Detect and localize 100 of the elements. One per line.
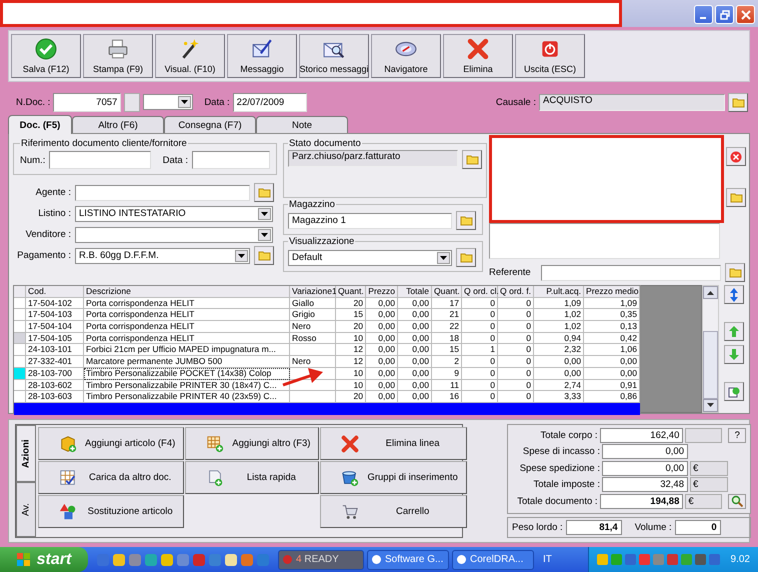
text-area[interactable]	[489, 223, 720, 259]
blank-field[interactable]	[124, 92, 140, 112]
new-row[interactable]	[14, 402, 640, 415]
action-button[interactable]: Sostituzione articolo	[38, 495, 184, 528]
quick-launch-icon[interactable]	[145, 554, 157, 566]
folder-button[interactable]	[254, 246, 274, 265]
toolbar-button[interactable]: Salva (F12)	[11, 34, 81, 78]
table-cell: 17	[432, 298, 462, 310]
currency-field: €	[690, 477, 728, 492]
toolbar-button[interactable]: Stampa (F9)	[83, 34, 153, 78]
quick-launch-icon[interactable]	[225, 554, 237, 566]
column-header[interactable]: Cod.	[26, 286, 84, 298]
folder-button[interactable]	[456, 211, 476, 230]
quick-launch-icon[interactable]	[241, 554, 253, 566]
folder-button[interactable]	[728, 92, 748, 112]
toolbar-button[interactable]: Messaggio	[227, 34, 297, 78]
dropdown-field[interactable]	[143, 94, 194, 110]
dropdown-field[interactable]: Default	[288, 250, 452, 266]
caret-down-icon	[440, 256, 447, 260]
column-header[interactable]: Totale	[398, 286, 432, 298]
column-header[interactable]: Descrizione	[84, 286, 290, 298]
tab[interactable]: Altro (F6)	[72, 116, 164, 133]
minimize-button[interactable]	[694, 5, 713, 24]
quick-launch-icon[interactable]	[193, 554, 205, 566]
help-button[interactable]: ?	[728, 428, 746, 443]
column-header[interactable]: Q ord. f.	[498, 286, 534, 298]
taskbar-button[interactable]: 4 READY	[278, 550, 364, 570]
row-indicator[interactable]	[14, 380, 26, 392]
dropdown-field[interactable]: R.B. 60gg D.F.F.M.	[75, 248, 250, 264]
taskbar-button[interactable]: Software G...	[367, 550, 449, 570]
column-header[interactable]: Q ord. cl.	[462, 286, 498, 298]
move-up-button[interactable]	[724, 322, 744, 341]
sort-button[interactable]	[724, 285, 744, 304]
tab[interactable]: Consegna (F7)	[164, 116, 256, 133]
folder-button[interactable]	[254, 183, 274, 202]
row-indicator[interactable]	[14, 356, 26, 368]
toolbar-button[interactable]: Elimina	[443, 34, 513, 78]
language-indicator[interactable]: IT	[537, 554, 558, 565]
clear-button[interactable]	[726, 147, 746, 166]
column-header[interactable]: Quant.	[432, 286, 462, 298]
folder-button[interactable]	[462, 150, 482, 169]
row-indicator[interactable]	[14, 309, 26, 322]
folder-icon	[728, 267, 742, 278]
scrollbar[interactable]	[702, 285, 719, 413]
quick-launch-icon[interactable]	[113, 554, 125, 566]
action-button[interactable]: Gruppi di inserimento	[320, 461, 467, 494]
toolbar-button[interactable]: Storico messaggi	[299, 34, 369, 78]
windows-flag-icon	[16, 553, 31, 566]
column-header[interactable]: P.ult.acq.	[534, 286, 584, 298]
action-button[interactable]: Carrello	[320, 495, 467, 528]
tray-icon[interactable]	[666, 554, 678, 565]
date-field[interactable]: 22/07/2009	[232, 92, 307, 112]
tray-icon[interactable]	[638, 554, 650, 565]
folder-button[interactable]	[726, 188, 746, 207]
column-header[interactable]: Quant.	[336, 286, 366, 298]
row-indicator[interactable]	[14, 298, 26, 310]
action-button[interactable]: Carica da altro doc.	[38, 461, 184, 494]
dropdown-field[interactable]: LISTINO INTESTATARIO	[75, 206, 273, 222]
row-indicator[interactable]	[14, 344, 26, 356]
zoom-button[interactable]	[728, 494, 746, 509]
action-button[interactable]: Elimina linea	[320, 427, 467, 460]
row-indicator[interactable]	[14, 321, 26, 333]
row-indicator[interactable]	[14, 391, 26, 403]
taskbar-button[interactable]: CorelDRA...	[452, 550, 534, 570]
folder-button[interactable]	[456, 248, 476, 267]
side-tab[interactable]: Av.	[16, 482, 36, 537]
refresh-button[interactable]	[724, 382, 744, 401]
tray-icon[interactable]	[624, 554, 636, 565]
referente-field[interactable]	[541, 264, 721, 280]
table-cell: 0,00	[584, 356, 640, 368]
side-tab[interactable]: Azioni	[16, 425, 36, 482]
action-button[interactable]: Aggiungi altro (F3)	[185, 427, 320, 460]
action-button[interactable]: Aggiungi articolo (F4)	[38, 427, 184, 460]
tray-icon[interactable]	[596, 554, 608, 565]
quick-launch-icon[interactable]	[161, 554, 173, 566]
date-field[interactable]	[192, 151, 270, 169]
toolbar-button[interactable]: Uscita (ESC)	[515, 34, 585, 78]
text-field[interactable]	[75, 184, 250, 200]
restore-button[interactable]	[715, 5, 734, 24]
dropdown-field[interactable]	[75, 226, 273, 242]
table-cell: 15	[336, 309, 366, 322]
toolbar-button[interactable]: Visual. (F10)	[155, 34, 225, 78]
number-field[interactable]	[49, 151, 152, 169]
column-header[interactable]: Prezzo medio	[584, 286, 640, 298]
action-button[interactable]: Lista rapida	[185, 461, 320, 494]
toolbar-button[interactable]: Navigatore	[371, 34, 441, 78]
row-indicator[interactable]	[14, 332, 26, 344]
causale-field[interactable]: ACQUISTO	[539, 94, 725, 110]
warehouse-field[interactable]: Magazzino 1	[288, 212, 452, 228]
tray-icon[interactable]	[694, 554, 706, 565]
tray-icon[interactable]	[708, 554, 720, 565]
document-number-field[interactable]: 7057	[53, 92, 122, 112]
folder-button[interactable]	[725, 263, 745, 282]
column-header[interactable]: Prezzo	[366, 286, 398, 298]
close-button[interactable]	[736, 5, 755, 24]
move-down-button[interactable]	[724, 345, 744, 364]
shopping-cart-icon	[341, 502, 360, 520]
column-header[interactable]: Variazione1	[290, 286, 336, 298]
tab[interactable]: Doc. (F5)	[8, 115, 72, 134]
tab[interactable]: Note	[256, 116, 348, 133]
